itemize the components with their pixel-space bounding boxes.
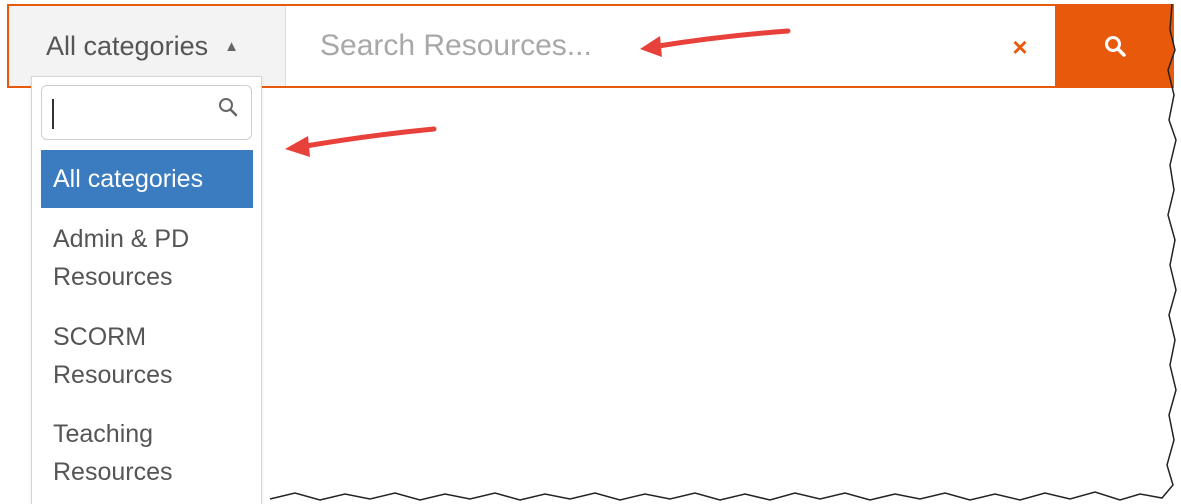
dropdown-item-scorm-resources[interactable]: SCORM Resources — [41, 318, 253, 394]
annotation-arrowhead — [285, 136, 310, 157]
caret-up-icon: ▲ — [224, 37, 239, 55]
screenshot-frame: All categories ▲ × All categories Admin … — [0, 0, 1181, 504]
clear-icon[interactable]: × — [1005, 32, 1035, 62]
text-cursor — [52, 99, 54, 129]
dropdown-item-label-line2: Resources — [53, 458, 173, 486]
annotation-arrow — [297, 126, 437, 150]
dropdown-filter-input[interactable] — [41, 85, 252, 140]
category-select-label: All categories — [46, 30, 209, 61]
dropdown-item-label-line2: Resources — [53, 361, 173, 389]
dropdown-item-label-line1: SCORM — [53, 323, 147, 351]
dropdown-item-all-categories[interactable]: All categories — [41, 150, 253, 208]
dropdown-item-label-line1: Teaching — [53, 420, 154, 448]
search-button[interactable] — [1055, 6, 1174, 86]
category-dropdown: All categories Admin & PD Resources SCOR… — [31, 76, 262, 504]
dropdown-item-label-line1: Admin & PD — [53, 225, 190, 253]
search-icon — [219, 98, 238, 117]
search-input[interactable] — [286, 6, 1050, 86]
dropdown-item-label: All categories — [53, 165, 204, 193]
dropdown-item-label-line2: Resources — [53, 263, 173, 291]
search-icon — [1104, 36, 1126, 57]
dropdown-item-admin-pd-resources[interactable]: Admin & PD Resources — [41, 220, 253, 296]
category-select[interactable]: All categories ▲ — [9, 6, 286, 86]
dropdown-item-teaching-resources[interactable]: Teaching Resources — [41, 415, 253, 491]
